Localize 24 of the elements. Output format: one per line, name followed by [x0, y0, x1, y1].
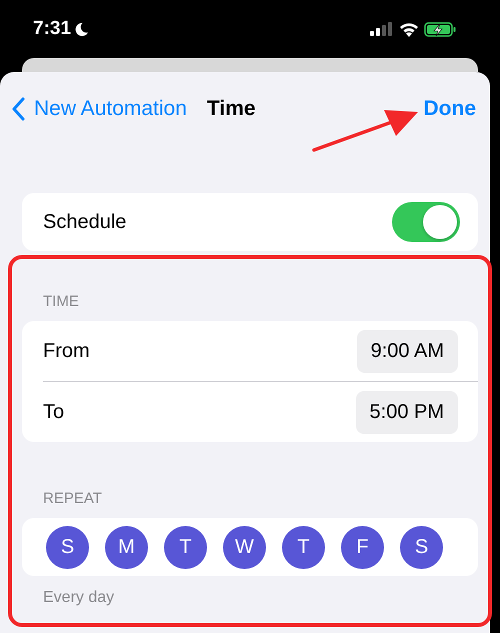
chevron-left-icon	[12, 97, 26, 121]
day-toggle[interactable]: S	[400, 526, 443, 568]
back-button[interactable]: New Automation	[12, 97, 187, 121]
day-toggle[interactable]: F	[341, 526, 384, 568]
day-toggle[interactable]: S	[46, 526, 89, 568]
day-toggle[interactable]: T	[164, 526, 207, 568]
status-time: 7:31	[33, 18, 72, 40]
schedule-toggle[interactable]	[392, 202, 460, 242]
section-header: TIME	[43, 293, 80, 310]
day-toggle[interactable]: W	[223, 526, 266, 568]
battery-charging-icon	[424, 22, 456, 36]
row-label: From	[43, 340, 90, 362]
section-footer: Every day	[43, 589, 490, 607]
day-toggle[interactable]: M	[105, 526, 148, 568]
time-picker[interactable]: 9:00 AM	[356, 330, 458, 372]
screen-title: Time	[206, 97, 256, 121]
wifi-icon	[399, 22, 419, 36]
done-button[interactable]: Done	[424, 97, 476, 121]
row-label: To	[43, 400, 64, 424]
signal-icon	[370, 22, 394, 36]
time-picker[interactable]: 5:00 PM	[356, 390, 458, 434]
schedule-label: Schedule	[43, 210, 126, 234]
day-toggle[interactable]: T	[282, 526, 325, 568]
section-header: REPEAT	[43, 490, 103, 507]
